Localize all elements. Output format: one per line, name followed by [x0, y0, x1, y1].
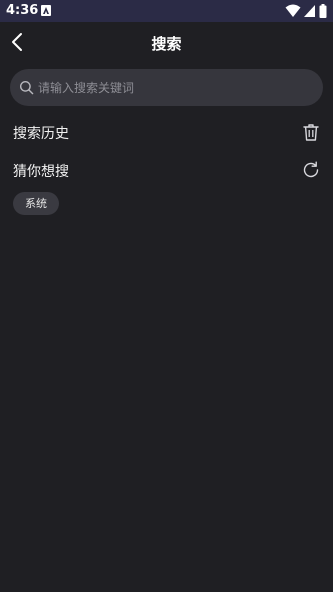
suggest-row: 猜你想搜: [0, 155, 333, 185]
trash-icon[interactable]: [301, 122, 321, 142]
search-history-title: 搜索历史: [13, 126, 69, 142]
suggest-title: 猜你想搜: [13, 164, 69, 180]
search-history-row: 搜索历史: [0, 117, 333, 147]
notification-a-icon: [41, 5, 51, 16]
header: 搜索: [0, 22, 333, 62]
suggest-tag[interactable]: 系统: [13, 192, 59, 215]
page-title: 搜索: [151, 35, 182, 53]
search-screen: 4:36 搜索 搜索历史: [0, 0, 333, 592]
status-bar: 4:36: [0, 0, 333, 22]
bottom-edge: [0, 588, 333, 592]
signal-icon: [304, 5, 315, 17]
search-icon: [19, 80, 34, 95]
wifi-icon: [285, 4, 301, 17]
search-input[interactable]: [38, 69, 308, 106]
refresh-icon[interactable]: [301, 160, 321, 180]
battery-icon: [319, 4, 327, 18]
search-bar[interactable]: [10, 69, 323, 106]
suggest-tag-list: 系统: [13, 192, 59, 215]
status-time: 4:36: [6, 3, 39, 18]
